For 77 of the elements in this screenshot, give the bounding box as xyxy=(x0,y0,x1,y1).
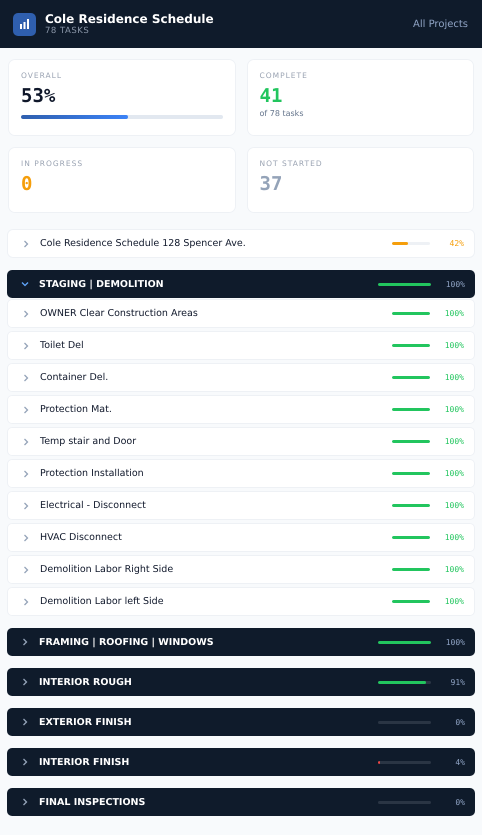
progress-percent: 100% xyxy=(444,533,464,542)
task-name: HVAC Disconnect xyxy=(40,532,123,543)
chevron-icon xyxy=(22,310,30,318)
progress-percent: 100% xyxy=(444,341,464,350)
chevron-icon xyxy=(22,406,30,414)
task-row[interactable]: Protection Installation 100% xyxy=(7,459,475,488)
progress-percent: 100% xyxy=(444,280,465,288)
chevron-icon xyxy=(21,280,29,288)
section-name: EXTERIOR FINISH xyxy=(39,716,133,728)
section-header[interactable]: INTERIOR FINISH 4% xyxy=(7,748,475,776)
section-name: STAGING | DEMOLITION xyxy=(39,278,165,290)
chevron-icon xyxy=(21,758,29,766)
project-name: Cole Residence Schedule 128 Spencer Ave. xyxy=(40,238,247,249)
chevron-icon xyxy=(22,598,30,606)
chevron-icon xyxy=(21,718,29,726)
task-row[interactable]: Demolition Labor Right Side 100% xyxy=(7,555,475,584)
task-name: Protection Installation xyxy=(40,468,145,479)
task-row[interactable]: OWNER Clear Construction Areas 100% xyxy=(7,299,475,328)
chevron-icon xyxy=(22,374,30,382)
progress-percent: 91% xyxy=(450,678,465,686)
task-row[interactable]: Demolition Labor left Side 100% xyxy=(7,587,475,616)
stat-value: 37 xyxy=(260,173,284,195)
chevron-icon xyxy=(22,438,30,446)
task-row[interactable]: Electrical - Disconnect 100% xyxy=(7,491,475,520)
chevron-icon xyxy=(21,798,29,806)
progress-percent: 100% xyxy=(444,501,464,510)
stat-note: of 78 tasks xyxy=(260,109,304,118)
task-name: Toilet Del xyxy=(40,340,85,351)
section-header[interactable]: EXTERIOR FINISH 0% xyxy=(7,708,475,736)
stat-value: 41 xyxy=(260,85,284,107)
chevron-icon xyxy=(22,240,30,248)
all-projects-link[interactable]: All Projects xyxy=(413,18,468,30)
task-name: Container Del. xyxy=(40,372,110,383)
section-name: FRAMING | ROOFING | WINDOWS xyxy=(39,636,215,648)
chevron-icon xyxy=(22,534,30,542)
chevron-icon xyxy=(22,470,30,478)
section-name: INTERIOR ROUGH xyxy=(39,676,133,688)
stat-value: 53% xyxy=(21,85,56,107)
progress-percent: 100% xyxy=(444,638,465,646)
task-name: Temp stair and Door xyxy=(40,436,138,447)
progress-percent: 100% xyxy=(444,565,464,574)
project-title: Cole Residence Schedule xyxy=(45,12,215,26)
task-name: Protection Mat. xyxy=(40,404,113,415)
progress-percent: 100% xyxy=(444,405,464,414)
progress-percent: 4% xyxy=(454,758,465,766)
chart-icon xyxy=(13,12,36,36)
task-count: 78 TASKS xyxy=(45,26,90,36)
progress-percent: 100% xyxy=(444,437,464,446)
section-name: FINAL INSPECTIONS xyxy=(39,796,146,808)
progress-percent: 0% xyxy=(454,798,465,806)
chevron-icon xyxy=(22,342,30,350)
chevron-icon xyxy=(21,638,29,646)
progress-percent: 100% xyxy=(444,597,464,606)
progress-percent: 100% xyxy=(444,309,464,318)
task-name: Electrical - Disconnect xyxy=(40,500,147,511)
task-name: OWNER Clear Construction Areas xyxy=(40,308,199,319)
chevron-icon xyxy=(22,502,30,510)
progress-percent: 42% xyxy=(448,239,464,248)
task-row[interactable]: Protection Mat. 100% xyxy=(7,395,475,424)
progress-percent: 100% xyxy=(444,373,464,382)
project-row[interactable]: Cole Residence Schedule 128 Spencer Ave. 42% xyxy=(7,229,475,258)
task-row[interactable]: Toilet Del 100% xyxy=(7,331,475,360)
task-row[interactable]: HVAC Disconnect 100% xyxy=(7,523,475,552)
chevron-icon xyxy=(22,566,30,574)
task-name: Demolition Labor left Side xyxy=(40,596,165,607)
progress-percent: 0% xyxy=(454,718,465,726)
section-name: INTERIOR FINISH xyxy=(39,756,130,768)
section-header[interactable]: INTERIOR ROUGH 91% xyxy=(7,668,475,696)
progress-percent: 100% xyxy=(444,469,464,478)
task-row[interactable]: Container Del. 100% xyxy=(7,363,475,392)
section-header[interactable]: FINAL INSPECTIONS 0% xyxy=(7,788,475,816)
task-row[interactable]: Temp stair and Door 100% xyxy=(7,427,475,456)
section-header[interactable]: STAGING | DEMOLITION 100% xyxy=(7,270,475,298)
section-header[interactable]: FRAMING | ROOFING | WINDOWS 100% xyxy=(7,628,475,656)
stat-value: 0 xyxy=(21,173,34,195)
task-name: Demolition Labor Right Side xyxy=(40,564,174,575)
chevron-icon xyxy=(21,678,29,686)
